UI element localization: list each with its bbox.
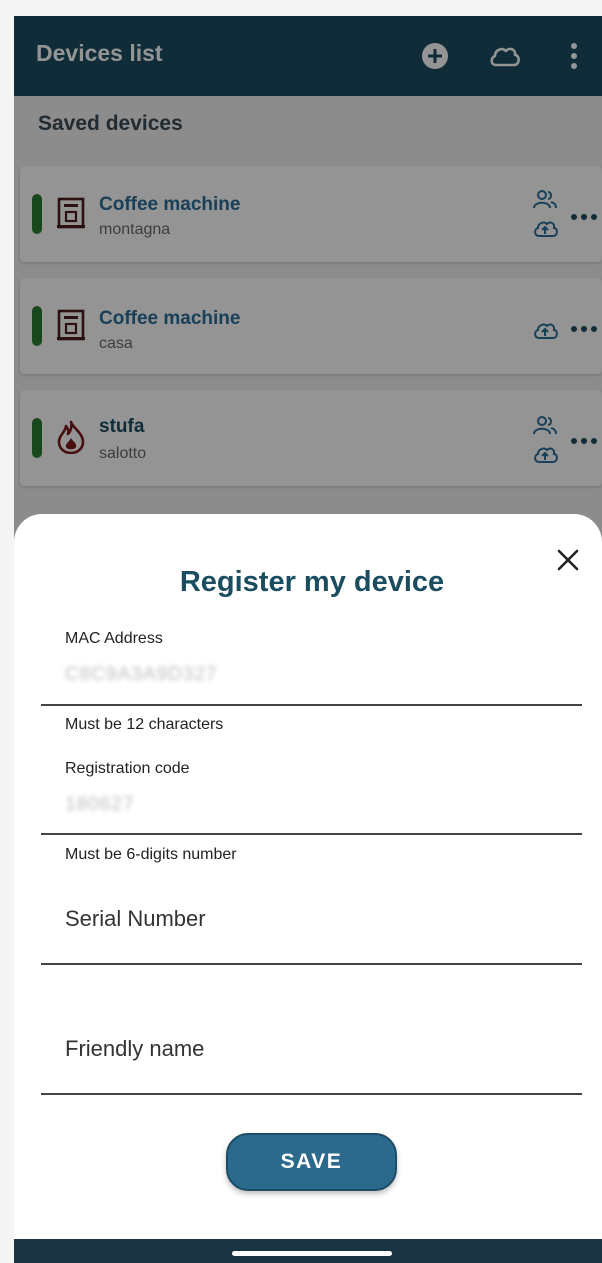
system-nav-bar bbox=[14, 1239, 602, 1263]
sheet-title: Register my device bbox=[179, 566, 445, 598]
serial-number-input[interactable]: Serial Number bbox=[65, 906, 206, 932]
register-device-sheet: Register my device MAC Address C8C9A3A9D… bbox=[14, 514, 602, 1239]
mac-address-helper: Must be 12 characters bbox=[65, 716, 224, 733]
app-screen: Devices list Saved devices Coffee machin… bbox=[14, 16, 602, 1263]
mac-address-label: MAC Address bbox=[65, 630, 163, 647]
save-button[interactable]: SAVE bbox=[226, 1133, 397, 1191]
registration-code-helper: Must be 6-digits number bbox=[65, 846, 237, 863]
mac-address-underline bbox=[41, 704, 582, 706]
registration-code-underline bbox=[41, 833, 582, 835]
registration-code-label: Registration code bbox=[65, 760, 190, 777]
serial-number-underline bbox=[41, 963, 582, 965]
friendly-name-underline bbox=[41, 1093, 582, 1095]
friendly-name-input[interactable]: Friendly name bbox=[65, 1036, 204, 1062]
home-indicator[interactable] bbox=[232, 1251, 392, 1256]
registration-code-input[interactable]: 180627 bbox=[65, 794, 134, 816]
mac-address-input[interactable]: C8C9A3A9D327 bbox=[65, 664, 217, 686]
